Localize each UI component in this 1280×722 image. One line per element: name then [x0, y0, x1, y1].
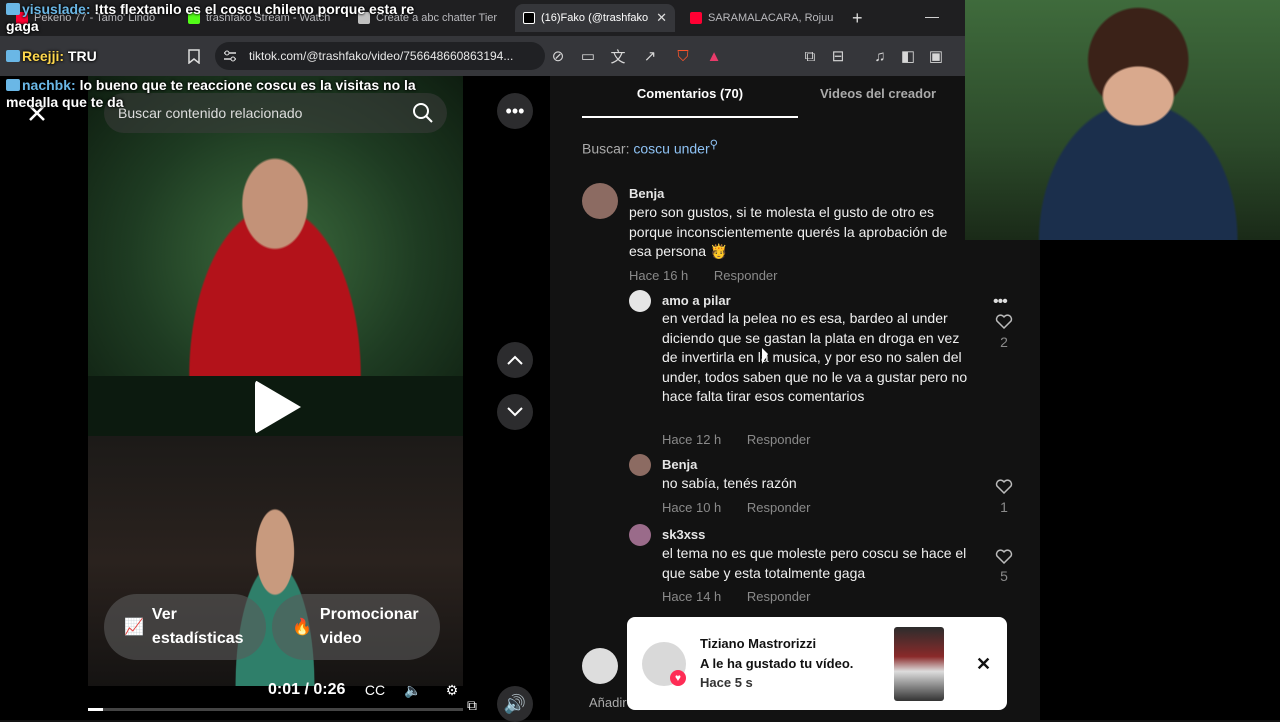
- comment-text: no sabía, tenés razón: [662, 475, 797, 491]
- search-term[interactable]: coscu under: [633, 141, 709, 157]
- close-tab-icon[interactable]: ✕: [656, 10, 667, 26]
- chat-user: yisuslade:: [22, 1, 91, 17]
- streamer-webcam: [965, 0, 1280, 240]
- comment-meta: Hace 14 h Responder: [662, 589, 811, 604]
- reply-button[interactable]: Responder: [747, 500, 811, 515]
- notification-message: A le ha gustado tu vídeo.: [700, 656, 854, 671]
- comment-meta: Hace 10 h Responder: [662, 500, 811, 515]
- heart-badge-icon: ♥: [670, 670, 686, 686]
- tab-creator-videos[interactable]: Videos del creador: [820, 86, 980, 101]
- next-video-button[interactable]: [497, 394, 533, 430]
- play-icon[interactable]: [255, 380, 301, 434]
- reply-button[interactable]: Responder: [714, 268, 778, 283]
- reply-button[interactable]: Responder: [747, 589, 811, 604]
- like-count: 5: [1000, 568, 1008, 584]
- chat-user: nachbk:: [22, 77, 76, 93]
- stats-icon: 📈: [124, 619, 144, 636]
- video-progress[interactable]: [88, 708, 463, 711]
- comment-text: en verdad la pelea no es esa, bardeo al …: [662, 310, 968, 404]
- flame-icon: 🔥: [292, 619, 312, 636]
- add-comment-input[interactable]: Añadir: [589, 695, 627, 710]
- media-icon[interactable]: ♫: [870, 46, 890, 66]
- avatar[interactable]: [629, 290, 651, 312]
- view-stats-button[interactable]: 📈 Ver estadísticas: [104, 594, 266, 660]
- wallet-icon[interactable]: ▣: [926, 46, 946, 66]
- comment-author[interactable]: sk3xss: [662, 527, 705, 542]
- previous-video-button[interactable]: [497, 342, 533, 378]
- comment-author[interactable]: Benja: [662, 457, 697, 472]
- close-icon[interactable]: ✕: [976, 654, 991, 675]
- comment-author[interactable]: amo a pilar: [662, 293, 731, 308]
- progress-fill: [88, 708, 103, 711]
- like-count: 1: [1000, 499, 1008, 515]
- heart-icon[interactable]: [995, 313, 1013, 330]
- chat-badge-icon: [6, 79, 20, 91]
- tiktok-icon: [523, 12, 535, 24]
- more-options-icon[interactable]: •••: [497, 93, 533, 129]
- miniplayer-icon[interactable]: ⧉: [462, 695, 482, 715]
- tab-3-active[interactable]: (16)Fako (@trashfako ✕: [515, 4, 675, 32]
- chat-text: TRU: [67, 48, 97, 64]
- chat-user: Reejji:: [22, 48, 65, 64]
- chat-message-2: nachbk: lo bueno que te reaccione coscu …: [6, 77, 446, 111]
- volume-icon[interactable]: 🔊: [497, 686, 533, 722]
- comment-text: pero son gustos, si te molesta el gusto …: [629, 204, 948, 259]
- brave-shield-icon[interactable]: ⛉: [673, 46, 693, 66]
- share-icon[interactable]: ↗: [640, 46, 660, 66]
- site-settings-icon[interactable]: [220, 46, 240, 66]
- youtube-icon: [690, 12, 702, 24]
- tab-search-icon[interactable]: ⊟: [828, 46, 848, 66]
- minimize-button[interactable]: —: [925, 8, 939, 24]
- background-area: [1040, 240, 1280, 720]
- comment-text: el tema no es que moleste pero coscu se …: [662, 545, 967, 581]
- avatar[interactable]: [629, 524, 651, 546]
- tab-comments[interactable]: Comentarios (70): [582, 86, 798, 118]
- chat-message-1: Reejji: TRU: [6, 48, 97, 65]
- promote-video-button[interactable]: 🔥 Promocionar video: [272, 594, 440, 660]
- video-person: [150, 130, 400, 376]
- chat-badge-icon: [6, 50, 20, 62]
- search-label: Buscar:: [582, 140, 630, 157]
- notification-name: Tiziano Mastrorizzi: [700, 636, 817, 651]
- comment-more-icon[interactable]: •••: [993, 293, 1008, 311]
- view-stats-label: Ver estadísticas: [151, 606, 244, 647]
- comment-search[interactable]: Buscar: coscu under⚲: [582, 137, 718, 157]
- comment-meta: Hace 16 h Responder: [629, 268, 778, 283]
- chat-message-0: yisuslade: !tts flextanilo es el coscu c…: [6, 1, 446, 35]
- notification-thumbnail[interactable]: [894, 627, 944, 701]
- video-time: 0:01 / 0:26: [268, 681, 346, 698]
- cast-icon[interactable]: ⊘: [548, 46, 568, 66]
- heart-icon[interactable]: [995, 478, 1013, 495]
- chat-badge-icon: [6, 3, 20, 15]
- notification-time: Hace 5 s: [700, 675, 753, 690]
- settings-icon[interactable]: ⚙: [442, 680, 462, 700]
- screenshot-icon[interactable]: ▭: [578, 46, 598, 66]
- cursor-icon: [762, 348, 768, 364]
- like-count: 2: [1000, 334, 1008, 350]
- comment-meta: Hace 12 h Responder: [662, 432, 811, 447]
- translate-icon[interactable]: 文: [608, 46, 628, 66]
- url-field[interactable]: tiktok.com/@trashfako/video/756648660863…: [215, 42, 545, 70]
- heart-icon[interactable]: [995, 548, 1013, 565]
- avatar[interactable]: [629, 454, 651, 476]
- extensions-icon[interactable]: ⧉: [800, 46, 820, 66]
- tab-4[interactable]: SARAMALACARA, Rojuu: [682, 4, 842, 32]
- comment-time: Hace 10 h: [662, 500, 722, 515]
- reply-button[interactable]: Responder: [747, 432, 811, 447]
- mute-icon[interactable]: 🔈: [403, 680, 423, 700]
- tab-label: (16)Fako (@trashfako: [541, 12, 649, 24]
- new-tab-button[interactable]: +: [852, 8, 863, 29]
- bookmark-icon[interactable]: [184, 46, 204, 66]
- avatar[interactable]: [582, 183, 618, 219]
- comment-author[interactable]: Benja: [629, 186, 664, 201]
- avatar[interactable]: [582, 648, 618, 684]
- brave-rewards-icon[interactable]: ▲: [704, 46, 724, 66]
- comment-time: Hace 16 h: [629, 268, 689, 283]
- sidebar-icon[interactable]: ◧: [898, 46, 918, 66]
- comment-time: Hace 14 h: [662, 589, 722, 604]
- promote-label: Promocionar video: [319, 606, 419, 647]
- captions-icon[interactable]: CC: [365, 680, 385, 700]
- tab-label: SARAMALACARA, Rojuu: [708, 12, 834, 24]
- comment-time: Hace 12 h: [662, 432, 722, 447]
